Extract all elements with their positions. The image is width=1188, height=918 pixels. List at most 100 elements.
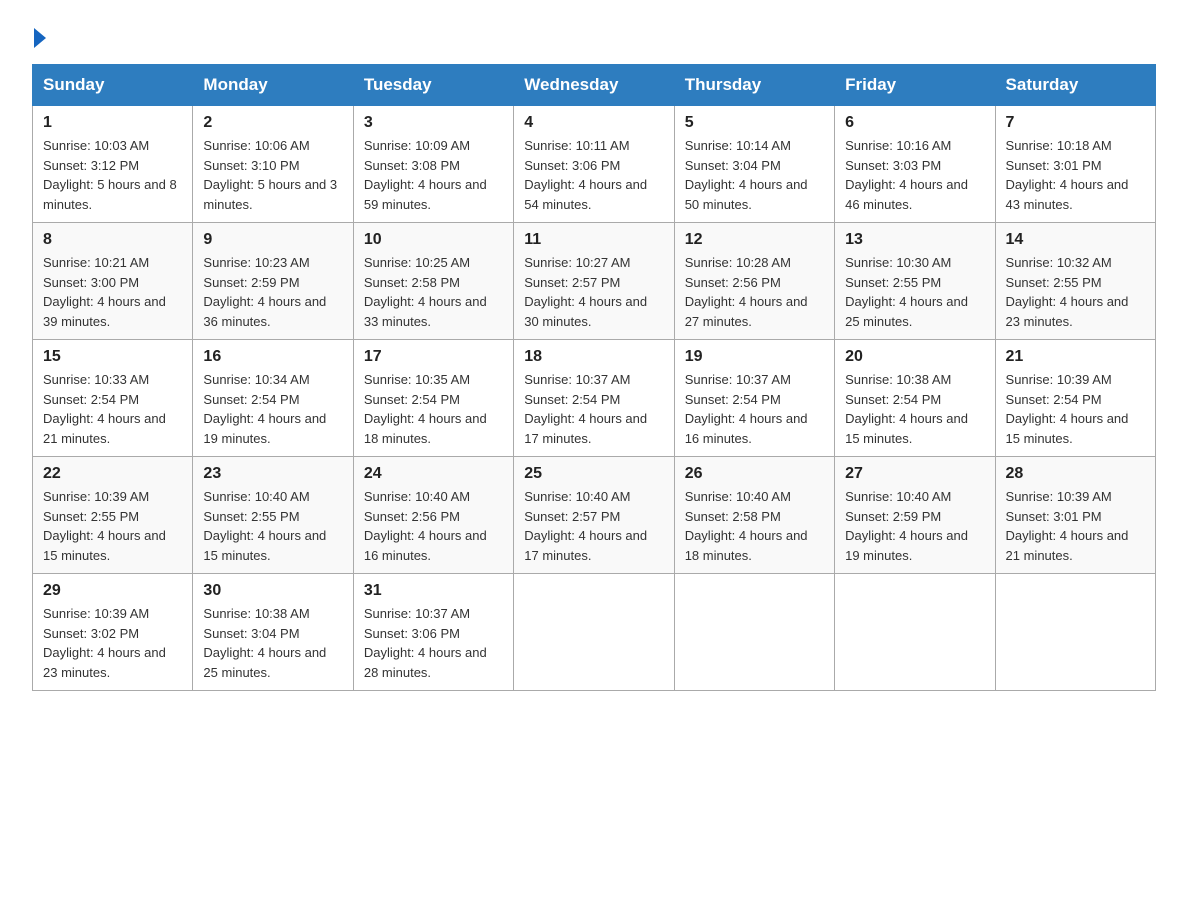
- calendar-week-row: 22 Sunrise: 10:39 AMSunset: 2:55 PMDaylig…: [33, 457, 1156, 574]
- day-info: Sunrise: 10:40 AMSunset: 2:57 PMDaylight…: [524, 487, 663, 565]
- day-number: 7: [1006, 114, 1145, 132]
- day-number: 10: [364, 231, 503, 249]
- calendar-cell: 28 Sunrise: 10:39 AMSunset: 3:01 PMDaylig…: [995, 457, 1155, 574]
- day-header-tuesday: Tuesday: [353, 65, 513, 106]
- day-header-sunday: Sunday: [33, 65, 193, 106]
- calendar-cell: 26 Sunrise: 10:40 AMSunset: 2:58 PMDaylig…: [674, 457, 834, 574]
- day-number: 12: [685, 231, 824, 249]
- day-number: 25: [524, 465, 663, 483]
- calendar-cell: 8 Sunrise: 10:21 AMSunset: 3:00 PMDayligh…: [33, 223, 193, 340]
- calendar-cell: 2Sunrise: 10:06 AMSunset: 3:10 PMDayligh…: [193, 106, 353, 223]
- day-number: 29: [43, 582, 182, 600]
- day-number: 18: [524, 348, 663, 366]
- day-header-thursday: Thursday: [674, 65, 834, 106]
- calendar-cell: 3 Sunrise: 10:09 AMSunset: 3:08 PMDayligh…: [353, 106, 513, 223]
- calendar-cell: [835, 574, 995, 691]
- calendar-cell: 14 Sunrise: 10:32 AMSunset: 2:55 PMDaylig…: [995, 223, 1155, 340]
- calendar-week-row: 29 Sunrise: 10:39 AMSunset: 3:02 PMDaylig…: [33, 574, 1156, 691]
- day-info: Sunrise: 10:40 AMSunset: 2:55 PMDaylight…: [203, 487, 342, 565]
- day-number: 14: [1006, 231, 1145, 249]
- calendar-cell: 7 Sunrise: 10:18 AMSunset: 3:01 PMDayligh…: [995, 106, 1155, 223]
- calendar-cell: 18 Sunrise: 10:37 AMSunset: 2:54 PMDaylig…: [514, 340, 674, 457]
- day-info: Sunrise: 10:37 AMSunset: 2:54 PMDaylight…: [685, 370, 824, 448]
- day-number: 9: [203, 231, 342, 249]
- day-info: Sunrise: 10:39 AMSunset: 3:02 PMDaylight…: [43, 604, 182, 682]
- day-number: 27: [845, 465, 984, 483]
- day-number: 23: [203, 465, 342, 483]
- calendar-cell: [674, 574, 834, 691]
- day-info: Sunrise: 10:16 AMSunset: 3:03 PMDaylight…: [845, 136, 984, 214]
- day-info: Sunrise: 10:39 AMSunset: 2:55 PMDaylight…: [43, 487, 182, 565]
- calendar-cell: 11Sunrise: 10:27 AMSunset: 2:57 PMDaylig…: [514, 223, 674, 340]
- day-info: Sunrise: 10:09 AMSunset: 3:08 PMDaylight…: [364, 136, 503, 214]
- day-info: Sunrise: 10:03 AMSunset: 3:12 PMDaylight…: [43, 136, 182, 214]
- day-number: 15: [43, 348, 182, 366]
- calendar-cell: 27Sunrise: 10:40 AMSunset: 2:59 PMDaylig…: [835, 457, 995, 574]
- calendar-cell: 15 Sunrise: 10:33 AMSunset: 2:54 PMDaylig…: [33, 340, 193, 457]
- day-number: 19: [685, 348, 824, 366]
- calendar-cell: 22 Sunrise: 10:39 AMSunset: 2:55 PMDaylig…: [33, 457, 193, 574]
- day-number: 16: [203, 348, 342, 366]
- day-info: Sunrise: 10:37 AMSunset: 2:54 PMDaylight…: [524, 370, 663, 448]
- day-info: Sunrise: 10:32 AMSunset: 2:55 PMDaylight…: [1006, 253, 1145, 331]
- day-info: Sunrise: 10:30 AMSunset: 2:55 PMDaylight…: [845, 253, 984, 331]
- day-info: Sunrise: 10:35 AMSunset: 2:54 PMDaylight…: [364, 370, 503, 448]
- day-header-monday: Monday: [193, 65, 353, 106]
- day-number: 30: [203, 582, 342, 600]
- day-number: 8: [43, 231, 182, 249]
- day-info: Sunrise: 10:39 AMSunset: 3:01 PMDaylight…: [1006, 487, 1145, 565]
- calendar-cell: 6 Sunrise: 10:16 AMSunset: 3:03 PMDayligh…: [835, 106, 995, 223]
- day-header-saturday: Saturday: [995, 65, 1155, 106]
- day-number: 4: [524, 114, 663, 132]
- calendar-week-row: 1 Sunrise: 10:03 AMSunset: 3:12 PMDayligh…: [33, 106, 1156, 223]
- calendar-cell: 9 Sunrise: 10:23 AMSunset: 2:59 PMDayligh…: [193, 223, 353, 340]
- calendar-cell: 25 Sunrise: 10:40 AMSunset: 2:57 PMDaylig…: [514, 457, 674, 574]
- day-info: Sunrise: 10:37 AMSunset: 3:06 PMDaylight…: [364, 604, 503, 682]
- day-number: 5: [685, 114, 824, 132]
- calendar-cell: 20Sunrise: 10:38 AMSunset: 2:54 PMDaylig…: [835, 340, 995, 457]
- calendar-cell: 31 Sunrise: 10:37 AMSunset: 3:06 PMDaylig…: [353, 574, 513, 691]
- logo: [32, 24, 46, 48]
- day-header-friday: Friday: [835, 65, 995, 106]
- day-number: 6: [845, 114, 984, 132]
- day-number: 22: [43, 465, 182, 483]
- day-number: 3: [364, 114, 503, 132]
- calendar-cell: 21 Sunrise: 10:39 AMSunset: 2:54 PMDaylig…: [995, 340, 1155, 457]
- day-info: Sunrise: 10:11 AMSunset: 3:06 PMDaylight…: [524, 136, 663, 214]
- day-number: 31: [364, 582, 503, 600]
- day-info: Sunrise: 10:38 AMSunset: 2:54 PMDaylight…: [845, 370, 984, 448]
- day-info: Sunrise: 10:39 AMSunset: 2:54 PMDaylight…: [1006, 370, 1145, 448]
- day-number: 11: [524, 231, 663, 249]
- calendar-table: SundayMondayTuesdayWednesdayThursdayFrid…: [32, 64, 1156, 691]
- calendar-cell: 24 Sunrise: 10:40 AMSunset: 2:56 PMDaylig…: [353, 457, 513, 574]
- day-info: Sunrise: 10:28 AMSunset: 2:56 PMDaylight…: [685, 253, 824, 331]
- day-number: 26: [685, 465, 824, 483]
- calendar-cell: [995, 574, 1155, 691]
- day-info: Sunrise: 10:23 AMSunset: 2:59 PMDaylight…: [203, 253, 342, 331]
- day-header-wednesday: Wednesday: [514, 65, 674, 106]
- calendar-cell: 19 Sunrise: 10:37 AMSunset: 2:54 PMDaylig…: [674, 340, 834, 457]
- calendar-cell: 4 Sunrise: 10:11 AMSunset: 3:06 PMDayligh…: [514, 106, 674, 223]
- calendar-cell: 5 Sunrise: 10:14 AMSunset: 3:04 PMDayligh…: [674, 106, 834, 223]
- day-info: Sunrise: 10:21 AMSunset: 3:00 PMDaylight…: [43, 253, 182, 331]
- page-header: [32, 24, 1156, 48]
- day-info: Sunrise: 10:06 AMSunset: 3:10 PMDaylight…: [203, 136, 342, 214]
- calendar-cell: 10 Sunrise: 10:25 AMSunset: 2:58 PMDaylig…: [353, 223, 513, 340]
- day-info: Sunrise: 10:18 AMSunset: 3:01 PMDaylight…: [1006, 136, 1145, 214]
- day-info: Sunrise: 10:40 AMSunset: 2:56 PMDaylight…: [364, 487, 503, 565]
- day-number: 28: [1006, 465, 1145, 483]
- day-info: Sunrise: 10:33 AMSunset: 2:54 PMDaylight…: [43, 370, 182, 448]
- day-info: Sunrise: 10:14 AMSunset: 3:04 PMDaylight…: [685, 136, 824, 214]
- calendar-cell: 23 Sunrise: 10:40 AMSunset: 2:55 PMDaylig…: [193, 457, 353, 574]
- day-info: Sunrise: 10:34 AMSunset: 2:54 PMDaylight…: [203, 370, 342, 448]
- calendar-header-row: SundayMondayTuesdayWednesdayThursdayFrid…: [33, 65, 1156, 106]
- day-info: Sunrise: 10:40 AMSunset: 2:58 PMDaylight…: [685, 487, 824, 565]
- calendar-cell: 1 Sunrise: 10:03 AMSunset: 3:12 PMDayligh…: [33, 106, 193, 223]
- calendar-cell: 13Sunrise: 10:30 AMSunset: 2:55 PMDaylig…: [835, 223, 995, 340]
- day-info: Sunrise: 10:25 AMSunset: 2:58 PMDaylight…: [364, 253, 503, 331]
- day-number: 21: [1006, 348, 1145, 366]
- day-number: 1: [43, 114, 182, 132]
- calendar-cell: [514, 574, 674, 691]
- calendar-week-row: 8 Sunrise: 10:21 AMSunset: 3:00 PMDayligh…: [33, 223, 1156, 340]
- day-number: 24: [364, 465, 503, 483]
